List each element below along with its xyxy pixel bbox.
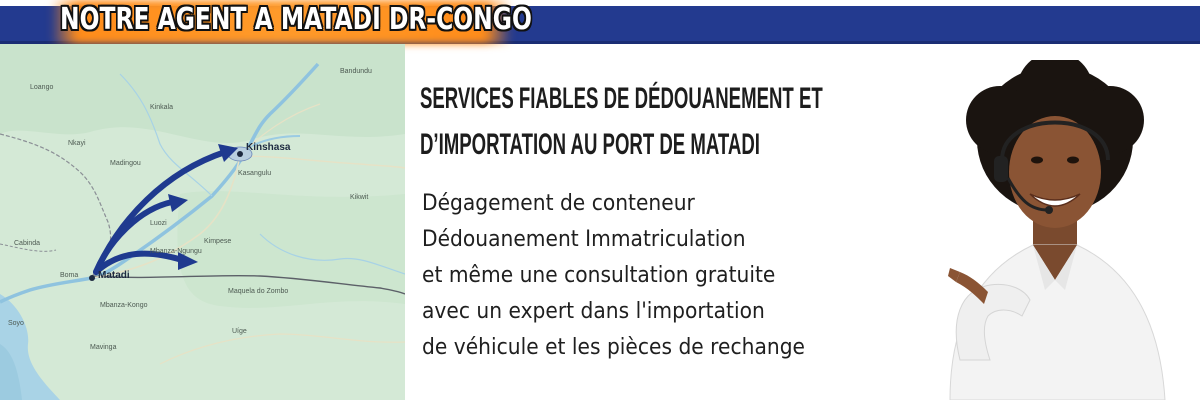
map-label: Madingou	[110, 160, 141, 167]
map-label: Nkayi	[68, 140, 86, 147]
map-label: Bandundu	[340, 68, 372, 75]
map-city-kinshasa: Kinshasa	[246, 142, 291, 153]
map-city-matadi: Matadi	[98, 270, 130, 281]
map-label: Kimpese	[204, 238, 232, 245]
map-label: Mbanza-Kongo	[100, 302, 148, 309]
service-line: de véhicule et les pièces de rechange	[422, 335, 805, 360]
heading-line: SERVICES FIABLES DE DÉDOUANEMENT ET	[420, 82, 823, 115]
kinshasa-marker	[237, 151, 243, 157]
map-label: Loango	[30, 84, 54, 91]
banner-title: NOTRE AGENT A MATADI DR-CONGO	[60, 2, 532, 37]
heading-line: D’IMPORTATION AU PORT DE MATADI	[420, 128, 760, 161]
map-label: Luozi	[150, 220, 167, 227]
map-label: Kasangulu	[238, 170, 272, 177]
map-label: Maquela do Zombo	[228, 288, 289, 295]
map-label: Boma	[60, 272, 79, 279]
services-heading: SERVICES FIABLES DE DÉDOUANEMENT ET D’IM…	[420, 76, 823, 168]
map-label: Mbanza-Ngungu	[150, 248, 202, 255]
service-line: Dédouanement Immatriculation	[422, 227, 746, 252]
map-label: Mavinga	[90, 344, 117, 351]
service-line: Dégagement de conteneur	[422, 191, 695, 216]
service-line: et même une consultation gratuite	[422, 263, 776, 288]
banner: NOTRE AGENT A MATADI DR-CONGO Kinshasa M…	[0, 0, 1200, 400]
agent-illustration	[948, 52, 1166, 400]
map-label: Cabinda	[14, 240, 41, 247]
agent-photo	[930, 52, 1180, 400]
map-label: Soyo	[8, 320, 24, 327]
map-label: Kinkala	[150, 104, 173, 111]
map-label: Uíge	[232, 328, 247, 335]
service-line: avec un expert dans l'importation	[422, 299, 765, 324]
matadi-marker	[89, 275, 95, 281]
map-label: Kikwit	[350, 194, 369, 201]
map-graphic	[0, 44, 405, 400]
map-panel: Kinshasa Matadi Loango Kinkala Mbanza-Ng…	[0, 44, 405, 400]
services-list: Dégagement de conteneur Dédouanement Imm…	[422, 186, 900, 366]
